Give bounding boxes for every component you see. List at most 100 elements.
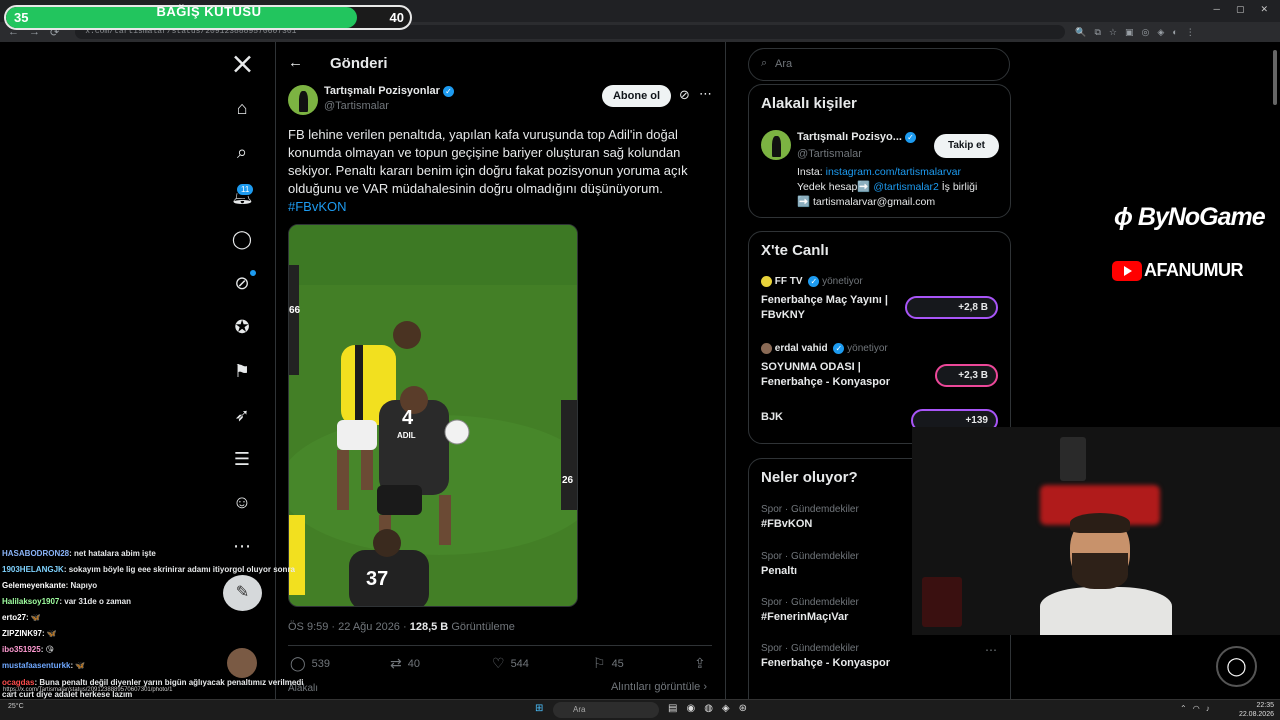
related-avatar[interactable]	[761, 130, 791, 160]
bookmark-button[interactable]: ⚐ 45	[593, 655, 624, 672]
chat-text: : Buna penaltı değil diyenler yarın bigü…	[34, 678, 304, 687]
subscribe-button[interactable]: Abone ol	[602, 85, 671, 107]
maximize-button[interactable]: ▢	[1236, 4, 1245, 15]
search-icon: ⌕	[761, 57, 768, 69]
related-name[interactable]: Tartışmalı Pozisyo... ✓	[797, 131, 916, 143]
chat-username: ocagdas	[2, 678, 35, 687]
chat-text: : 🦋	[26, 613, 41, 622]
zoom-icon[interactable]: 🔍	[1075, 27, 1086, 38]
taskbar-search[interactable]: Ara	[553, 702, 659, 718]
retweet-button[interactable]: ⇄ 40	[390, 655, 420, 672]
jersey-number: 66	[289, 305, 301, 316]
chrome-icon[interactable]: ◉	[686, 703, 695, 714]
jersey-name: ADIL	[397, 431, 416, 440]
like-count: 544	[510, 657, 529, 670]
chat-text: : Napıyo	[65, 581, 98, 590]
post-more-icon[interactable]: ⋯	[699, 86, 712, 102]
cast-icon[interactable]: ⧉	[1094, 27, 1100, 38]
related-handle[interactable]: @Tartismalar	[797, 148, 862, 160]
bookmarks-icon[interactable]: ⚑	[231, 360, 253, 382]
close-button[interactable]: ✕	[1260, 4, 1268, 15]
compose-post-button[interactable]: ✎	[223, 575, 262, 611]
extension-icon[interactable]: ◎	[1141, 27, 1149, 38]
post-hashtag[interactable]: #FBvKON	[288, 199, 347, 214]
trend-more-icon[interactable]: ⋯	[985, 643, 997, 657]
verified-orgs-icon[interactable]: ✪	[231, 316, 253, 338]
menu-icon[interactable]: ⋮	[1186, 27, 1195, 38]
jobs-icon[interactable]: ➶	[231, 404, 253, 426]
live-listeners-pill[interactable]: +2,3 B	[935, 364, 998, 387]
page-scrollbar[interactable]	[1273, 50, 1277, 105]
profile-icon[interactable]: ☺	[231, 491, 253, 513]
live-spaces-card: X'te Canlı FF TV ✓ yönetiyor Fenerbahçe …	[748, 231, 1011, 444]
author-avatar[interactable]	[288, 85, 318, 115]
extension-icon[interactable]: ◈	[1157, 27, 1164, 38]
wifi-icon[interactable]: ◠	[1193, 704, 1200, 713]
bio-link[interactable]: instagram.com/tartismalarvar	[826, 166, 961, 178]
post-image[interactable]: 4 ADIL 37 66 26	[288, 224, 578, 607]
trend-item[interactable]: Spor · Gündemdekiler #FenerinMaçıVar	[761, 597, 859, 625]
youtube-icon	[1112, 260, 1142, 281]
star-icon[interactable]: ☆	[1109, 27, 1117, 38]
author-handle[interactable]: @Tartismalar	[324, 100, 389, 112]
author-name[interactable]: Tartışmalı Pozisyonlar ✓	[324, 85, 454, 97]
live-item[interactable]: erdal vahid ✓ yönetiyor SOYUNMA ODASI | …	[761, 343, 901, 390]
extension-icon[interactable]: ▣	[1125, 27, 1134, 38]
user-avatar[interactable]	[227, 648, 257, 678]
post-time[interactable]: ÖS 9:59	[288, 621, 328, 633]
chat-message: Halilaksoy1907: var 31de o zaman	[2, 597, 131, 606]
discord-icon[interactable]: ◈	[722, 703, 730, 714]
chat-text: : var 31de o zaman	[59, 597, 131, 606]
minimize-button[interactable]: ─	[1214, 4, 1220, 15]
live-title: Fenerbahçe Maç Yayını | FBvKNY	[761, 294, 888, 322]
volume-icon[interactable]: ♪	[1206, 704, 1210, 713]
x-logo[interactable]	[232, 54, 253, 74]
bio-mention[interactable]: @tartismalar2	[873, 181, 939, 193]
chat-text: : sokayım böyle lig eee skrinirar adamı …	[63, 565, 295, 574]
like-button[interactable]: ♡ 544	[492, 655, 529, 672]
more-icon[interactable]: ⋯	[231, 535, 253, 557]
chat-message: ocagdas: Buna penaltı değil diyenler yar…	[2, 678, 303, 687]
app-icon[interactable]: ◍	[704, 703, 713, 714]
live-item[interactable]: BJK	[761, 410, 783, 425]
notifications-badge: 11	[236, 183, 255, 196]
live-role: yönetiyor	[847, 343, 888, 355]
jersey-number: 37	[366, 568, 389, 590]
file-explorer-icon[interactable]: ▤	[668, 703, 677, 714]
post-date[interactable]: 22 Ağu 2026	[338, 621, 400, 633]
grok-explain-icon[interactable]: ⊘	[679, 87, 690, 103]
chat-bubble-icon[interactable]: ◯	[1216, 646, 1257, 687]
weather-widget[interactable]: 25°C	[8, 703, 24, 710]
card-title: Neler oluyor?	[761, 469, 858, 486]
start-icon[interactable]: ⊞	[535, 703, 543, 714]
trend-item[interactable]: Spor · Gündemdekiler Fenerbahçe - Konyas…	[761, 643, 890, 671]
share-icon: ⇪	[694, 655, 706, 671]
app-icon[interactable]: ⊛	[739, 703, 747, 714]
chat-username: Gelemeyenkante	[2, 581, 66, 590]
related-bio: Insta: instagram.com/tartismalarvar Yede…	[797, 165, 1007, 210]
retweet-count: 40	[407, 657, 420, 670]
youtube-channel: AFANUMUR	[1112, 260, 1244, 281]
tray-icon[interactable]: ⌃	[1180, 704, 1187, 713]
live-listeners-pill[interactable]: +2,8 B	[905, 296, 998, 319]
trend-item[interactable]: Spor · Gündemdekiler #FBvKON	[761, 504, 859, 532]
chat-username: Halilaksoy1907	[2, 597, 60, 606]
reply-button[interactable]: ◯ 539	[290, 655, 330, 672]
share-button[interactable]: ⇪	[694, 655, 706, 672]
follow-button[interactable]: Takip et	[934, 134, 999, 158]
view-quotes-link[interactable]: Alıntıları görüntüle ›	[611, 681, 707, 693]
clock[interactable]: 22:35 22.08.2026	[1239, 701, 1274, 719]
trend-item[interactable]: Spor · Gündemdekiler Penaltı	[761, 551, 859, 579]
heart-icon: ♡	[492, 655, 505, 671]
live-item[interactable]: FF TV ✓ yönetiyor Fenerbahçe Maç Yayını …	[761, 276, 901, 323]
extension-icon[interactable]: ◐	[1172, 27, 1177, 38]
lists-icon[interactable]: ☰	[231, 448, 253, 470]
sponsor-logo: ϕ ByNoGame	[1114, 203, 1266, 231]
home-icon[interactable]: ⌂	[231, 97, 253, 119]
back-arrow-icon[interactable]: ←	[288, 54, 303, 71]
grok-icon[interactable]: ⊘	[231, 272, 253, 294]
status-url: https://x.com/Tartismalar/status/2091238…	[3, 687, 173, 693]
search-box[interactable]: ⌕ Ara	[748, 48, 1010, 81]
messages-icon[interactable]: ◯	[231, 228, 253, 250]
search-icon[interactable]: ⌕	[231, 141, 253, 163]
